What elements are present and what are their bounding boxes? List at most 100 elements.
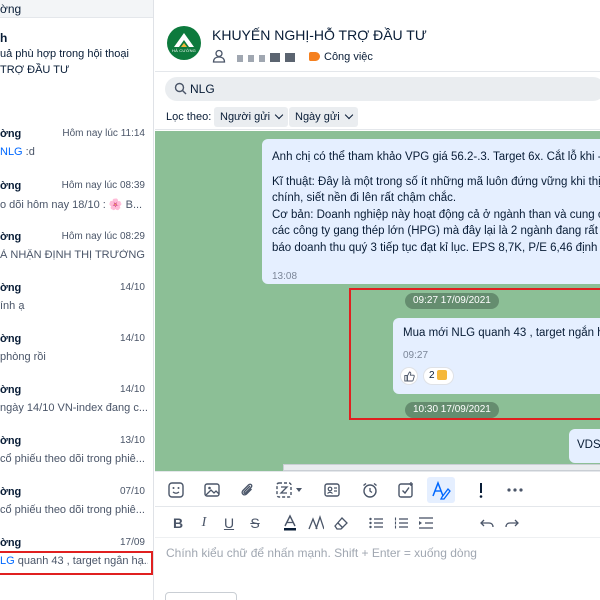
sticker-icon [168,482,184,498]
font-size-icon [308,514,325,530]
more-dots-icon [507,488,523,492]
conversation-name: ờng [0,486,22,498]
tag-label: Công việc [324,50,373,63]
conversation-name: ờng [0,435,22,447]
annotation-highlight-box [0,551,153,575]
list-item[interactable]: ờng Hôm nay lúc 08:39 o dõi hôm nay 18/1… [0,180,153,230]
send-options-button[interactable] [165,592,237,600]
bold-button[interactable]: B [170,514,186,532]
conversation-preview: NLG :d [0,146,35,158]
message-text: VDS [577,439,600,451]
list-item[interactable]: ờng Hôm nay lúc 11:14 NLG :d [0,128,153,178]
conversation-time: 14/10 [119,333,145,344]
conversation-name: ờng [0,231,22,243]
list-item[interactable]: ờng 14/10 phòng rồi [0,333,153,383]
paperclip-icon [241,483,253,496]
member-avatars[interactable] [237,51,300,62]
image-button[interactable] [202,480,222,500]
message-line: chính, siết nền đi lên rất chậm chắc. [272,192,457,204]
conversation-time: Hôm nay lúc 08:39 [61,180,145,191]
font-size-button[interactable] [308,514,325,532]
message-line: báo doanh thu quý 3 tiếp tục đạt kỉ lục.… [272,241,600,254]
image-icon [204,483,220,497]
conversation-preview: cổ phiếu theo dõi trong phiê... [0,453,145,465]
logo-icon [174,33,194,47]
list-item[interactable]: ờng 14/10 ính ạ [0,282,153,332]
search-icon [174,82,187,95]
conversation-time: 07/10 [119,486,145,497]
text-format-icon [432,480,451,500]
italic-button[interactable]: I [196,514,212,532]
chevron-down-icon [344,110,353,120]
undo-icon [480,519,494,528]
strikethrough-icon: S [250,515,260,531]
message-bubble[interactable]: Anh chị có thể tham khảo VPG giá 56.2-.3… [262,139,600,284]
redo-button[interactable] [504,514,520,532]
conversation-preview: ngày 14/10 VN-index đang c... [0,402,148,414]
indent-button[interactable] [418,514,434,532]
text-format-button[interactable] [427,477,455,503]
conversation-time: 13/10 [119,435,145,446]
redo-icon [505,519,519,528]
message-line: các công ty gang thép lớn (HPG) mà đây l… [272,225,600,237]
hint-line-1: h [0,31,8,45]
bold-icon: B [172,515,184,531]
hint-line-2: uả phù hợp trong hội thoại [0,48,129,60]
message-input[interactable]: Chính kiểu chữ để nhấn mạnh. Shift + Ent… [155,538,600,600]
indent-icon [419,517,433,529]
conversation-name: ờng [0,128,22,140]
list-item[interactable]: ờng 14/10 ngày 14/10 VN-index đang c... [0,384,153,434]
conversation-time: 14/10 [119,282,145,293]
screenshot-button[interactable] [274,480,308,500]
conversation-time: Hôm nay lúc 08:29 [61,231,145,242]
underline-icon: U [223,515,235,531]
task-button[interactable] [396,480,416,500]
message-input-placeholder: Chính kiểu chữ để nhấn mạnh. Shift + Ent… [166,546,477,560]
clear-format-button[interactable] [333,514,349,532]
underline-button[interactable]: U [221,514,237,532]
list-item[interactable]: ờng 07/10 cổ phiếu theo dõi trong phiê..… [0,486,153,536]
reminder-button[interactable] [360,480,380,500]
conversation-tag[interactable]: Công việc [309,49,373,63]
text-color-button[interactable] [282,514,298,532]
conversation-preview: o dõi hôm nay 18/10 : 🌸 B... [0,199,143,211]
alarm-clock-icon [363,482,377,498]
search-value: NLG [190,82,215,96]
numbered-list-button[interactable] [393,514,409,532]
message-bubble[interactable]: VDS [569,429,600,463]
search-input[interactable]: NLG [165,77,600,101]
eraser-icon [334,517,348,530]
undo-button[interactable] [479,514,495,532]
checkbox-task-icon [398,482,413,498]
member-icon[interactable] [212,49,226,63]
conversation-name: ờng [0,333,22,345]
contact-card-button[interactable] [322,480,342,500]
attach-file-button[interactable] [237,480,257,500]
list-item[interactable]: ờng 13/10 cổ phiếu theo dõi trong phiê..… [0,435,153,485]
filter-label: Lọc theo: [166,111,212,123]
bullet-list-button[interactable] [368,514,384,532]
member-dot [270,53,280,62]
message-line: Cơ bản: Doanh nghiệp này hoạt động cả ở … [272,208,600,221]
annotation-highlight-box [349,288,600,420]
chat-title[interactable]: KHUYẾN NGHỊ-HỖ TRỢ ĐẦU TƯ [212,27,427,43]
message-area: Anh chị có thể tham khảo VPG giá 56.2-.3… [155,131,600,471]
conversation-preview: phòng rồi [0,351,46,363]
message-line: Kĩ thuật: Đây là một trong số ít những m… [272,175,600,188]
filter-sender-dropdown[interactable]: Người gửi [214,107,289,127]
image-preview[interactable] [283,464,600,471]
urgent-button[interactable] [471,480,491,500]
strikethrough-button[interactable]: S [247,514,263,532]
group-avatar[interactable]: HÀ CƯỜNG [167,26,201,60]
filter-date-dropdown[interactable]: Ngày gửi [289,107,358,127]
bullet-list-icon [369,517,383,529]
conversation-time: 14/10 [119,384,145,395]
sticker-button[interactable] [166,480,186,500]
composer-toolbar [155,471,600,507]
tag-icon [309,52,320,62]
conversation-name: ờng [0,180,22,192]
conversation-preview: cổ phiếu theo dõi trong phiê... [0,504,145,516]
italic-icon: I [201,515,207,530]
list-item[interactable]: ờng Hôm nay lúc 08:29 À NHẬN ĐỊNH THỊ TR… [0,231,153,281]
more-options-button[interactable] [505,480,525,500]
